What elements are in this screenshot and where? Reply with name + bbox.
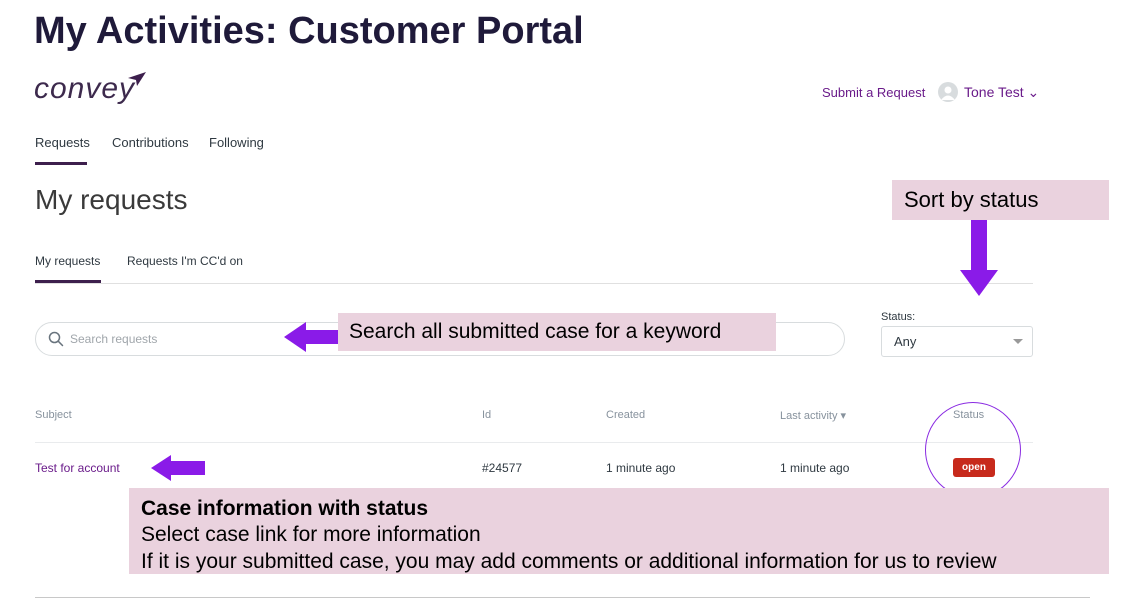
callout-case-line: If it is your submitted case, you may ad… xyxy=(141,550,997,573)
status-filter-value: Any xyxy=(894,334,917,349)
submit-request-link[interactable]: Submit a Request xyxy=(822,85,925,100)
status-highlight-circle xyxy=(925,402,1021,498)
callout-search: Search all submitted case for a keyword xyxy=(338,313,776,351)
tab-contributions[interactable]: Contributions xyxy=(112,135,189,150)
convey-logo[interactable]: convey xyxy=(34,72,135,106)
table-header-divider xyxy=(35,442,1033,443)
user-avatar-icon[interactable] xyxy=(938,82,958,102)
active-tab-indicator xyxy=(35,162,87,165)
request-created: 1 minute ago xyxy=(606,461,676,475)
arrow-left-icon xyxy=(284,322,338,352)
status-filter-label: Status: xyxy=(881,311,916,323)
arrow-left-icon xyxy=(151,455,205,481)
tab-requests[interactable]: Requests xyxy=(35,135,90,150)
chevron-down-icon xyxy=(1013,339,1023,344)
callout-case-title: Case information with status xyxy=(141,497,429,520)
slide-title: My Activities: Customer Portal xyxy=(34,10,584,52)
callout-case-line: Select case link for more information xyxy=(141,523,481,546)
request-id: #24577 xyxy=(482,461,523,475)
column-header-last-activity[interactable]: Last activity ▾ xyxy=(780,409,846,422)
arrow-down-icon xyxy=(960,220,998,296)
subtab-my-requests[interactable]: My requests xyxy=(35,254,100,268)
paper-plane-icon xyxy=(128,72,146,86)
column-header-subject: Subject xyxy=(35,409,72,421)
search-icon xyxy=(48,331,64,347)
page-heading: My requests xyxy=(35,184,188,215)
tab-following[interactable]: Following xyxy=(209,135,264,150)
subtab-divider xyxy=(35,283,1033,284)
request-subject-link[interactable]: Test for account xyxy=(35,461,120,475)
column-header-id: Id xyxy=(482,409,492,421)
column-header-created: Created xyxy=(606,409,646,421)
callout-case-information: Case information with status Select case… xyxy=(129,488,1109,574)
user-menu[interactable]: Tone Test ⌄ xyxy=(964,84,1039,101)
request-last-activity: 1 minute ago xyxy=(780,461,850,475)
subtab-ccd-requests[interactable]: Requests I'm CC'd on xyxy=(127,254,243,268)
callout-sort-by-status: Sort by status xyxy=(892,180,1109,220)
